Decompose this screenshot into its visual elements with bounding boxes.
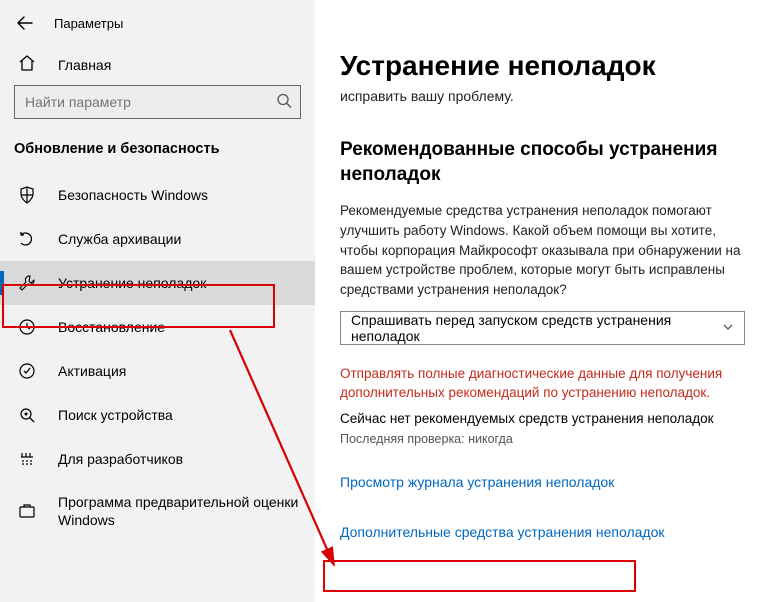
no-recommendations-text: Сейчас нет рекомендуемых средств устране…	[340, 411, 756, 426]
backup-icon	[18, 230, 36, 248]
last-check-text: Последняя проверка: никогда	[340, 432, 756, 446]
sidebar-item-label: Восстановление	[58, 319, 165, 335]
sidebar-item-label: Безопасность Windows	[58, 187, 208, 203]
wrench-icon	[18, 274, 36, 292]
view-history-link[interactable]: Просмотр журнала устранения неполадок	[340, 474, 614, 490]
back-button[interactable]	[14, 12, 36, 34]
insider-icon	[18, 502, 36, 520]
sidebar-item-label: Главная	[58, 57, 111, 73]
sidebar-item-security[interactable]: Безопасность Windows	[0, 173, 315, 217]
section-header: Обновление и безопасность	[0, 129, 315, 167]
sidebar-item-label: Поиск устройства	[58, 407, 173, 423]
activation-icon	[18, 362, 36, 380]
chevron-down-icon	[722, 320, 734, 336]
recovery-icon	[18, 318, 36, 336]
sidebar: Параметры Главная Обновление и безопасно…	[0, 0, 316, 602]
page-subtitle: исправить вашу проблему.	[340, 88, 756, 104]
sidebar-item-recovery[interactable]: Восстановление	[0, 305, 315, 349]
sidebar-item-troubleshoot[interactable]: Устранение неполадок	[0, 261, 315, 305]
diagnostic-warning: Отправлять полные диагностические данные…	[340, 365, 740, 403]
main-content: Устранение неполадок исправить вашу проб…	[316, 0, 768, 602]
sidebar-item-backup[interactable]: Служба архивации	[0, 217, 315, 261]
sidebar-item-developers[interactable]: Для разработчиков	[0, 437, 315, 481]
sidebar-item-label: Для разработчиков	[58, 451, 183, 467]
sidebar-item-label: Активация	[58, 363, 126, 379]
search-field[interactable]	[25, 94, 266, 110]
arrow-left-icon	[16, 14, 34, 32]
window-title: Параметры	[54, 16, 123, 31]
section-description: Рекомендуемые средства устранения непола…	[340, 201, 750, 299]
diagnostic-level-dropdown[interactable]: Спрашивать перед запуском средств устран…	[340, 311, 745, 345]
additional-troubleshooters-link[interactable]: Дополнительные средства устранения непол…	[340, 524, 665, 540]
sidebar-item-home[interactable]: Главная	[0, 46, 315, 85]
dropdown-value: Спрашивать перед запуском средств устран…	[351, 312, 710, 344]
home-icon	[18, 54, 36, 75]
search-input[interactable]	[14, 85, 301, 119]
developers-icon	[18, 450, 36, 468]
shield-icon	[18, 186, 36, 204]
search-icon	[276, 93, 292, 112]
sidebar-item-find-device[interactable]: Поиск устройства	[0, 393, 315, 437]
sidebar-item-insider[interactable]: Программа предварительной оценки Windows	[0, 481, 315, 541]
sidebar-item-label: Служба архивации	[58, 231, 181, 247]
sidebar-item-label: Устранение неполадок	[58, 275, 206, 291]
page-title: Устранение неполадок	[340, 50, 756, 82]
section-heading: Рекомендованные способы устранения непол…	[340, 138, 740, 187]
nav-list: Безопасность Windows Служба архивации Ус…	[0, 173, 315, 541]
find-device-icon	[18, 406, 36, 424]
sidebar-item-label: Программа предварительной оценки Windows	[58, 493, 301, 529]
sidebar-item-activation[interactable]: Активация	[0, 349, 315, 393]
